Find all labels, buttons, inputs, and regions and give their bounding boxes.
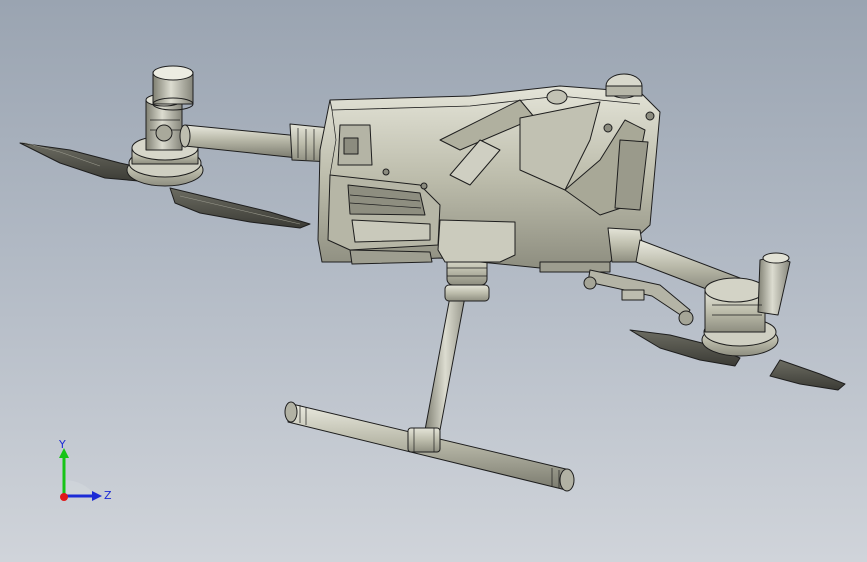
y-axis-label: Y [58, 438, 66, 451]
origin-icon [60, 493, 68, 501]
axis-triad: Y Z [58, 438, 112, 502]
drone-model[interactable] [0, 0, 867, 562]
z-arrowhead-icon [92, 491, 102, 501]
drone-body [317, 73, 661, 273]
z-axis-label: Z [104, 489, 112, 502]
model-viewport[interactable]: Y Z [0, 0, 867, 562]
left-arm [179, 123, 333, 163]
landing-leg [284, 248, 575, 492]
triad-plane [64, 480, 96, 496]
